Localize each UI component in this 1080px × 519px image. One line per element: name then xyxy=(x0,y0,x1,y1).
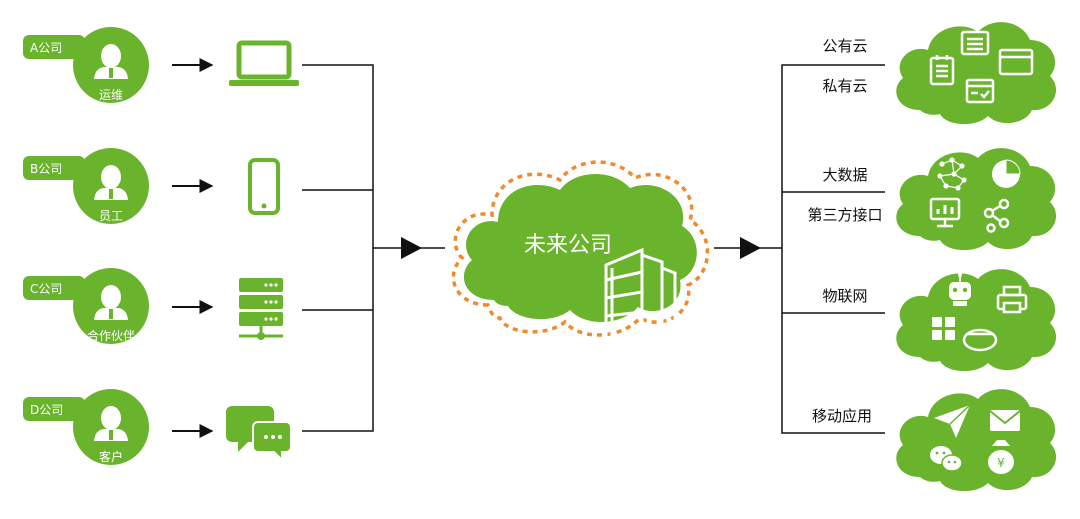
right-connector xyxy=(714,64,885,434)
role-label: 合作伙伴 xyxy=(87,328,135,343)
chat-icon xyxy=(226,406,292,463)
left-connector xyxy=(302,64,445,432)
company-label: A公司 xyxy=(30,41,62,55)
target-label: 公有云 xyxy=(822,37,867,55)
target-label: 私有云 xyxy=(822,77,867,95)
source-row-d: D公司 客户 xyxy=(23,389,292,465)
source-row-c: C公司 合作伙伴 xyxy=(23,268,283,344)
pie-chart-icon xyxy=(992,159,1021,188)
company-label: B公司 xyxy=(30,162,62,176)
target-iot: 物联网 xyxy=(822,269,1057,372)
center-label: 未来公司 xyxy=(524,233,612,258)
company-label: C公司 xyxy=(30,282,62,296)
center-cloud: 未来公司 xyxy=(451,160,710,342)
svg-text:¥: ¥ xyxy=(997,456,1005,470)
arrow-head-out xyxy=(740,237,761,259)
smartphone-icon xyxy=(248,158,280,215)
target-label: 大数据 xyxy=(822,166,867,184)
role-label: 员工 xyxy=(99,209,123,223)
laptop-icon xyxy=(229,40,299,86)
target-data-services: 大数据 第三方接口 xyxy=(807,148,1057,251)
target-label: 物联网 xyxy=(822,287,867,305)
mail-icon xyxy=(989,410,1021,431)
server-icon xyxy=(239,278,283,340)
company-label: D公司 xyxy=(30,403,63,417)
role-label: 运维 xyxy=(99,88,123,102)
target-mobile-apps: 移动应用 ¥ xyxy=(812,389,1057,492)
target-cloud-storage: 公有云 私有云 xyxy=(822,22,1057,125)
target-label: 移动应用 xyxy=(812,407,872,425)
source-row-b: B公司 员工 xyxy=(23,148,280,224)
target-label: 第三方接口 xyxy=(807,206,882,224)
source-row-a: A公司 运维 xyxy=(23,27,299,103)
network-diagram: A公司 运维 B公司 员工 C公司 合作伙伴 D公司 客户 未来公司 公有云 私… xyxy=(23,22,1057,492)
role-label: 客户 xyxy=(99,449,123,464)
arrow-head-in xyxy=(401,237,422,259)
